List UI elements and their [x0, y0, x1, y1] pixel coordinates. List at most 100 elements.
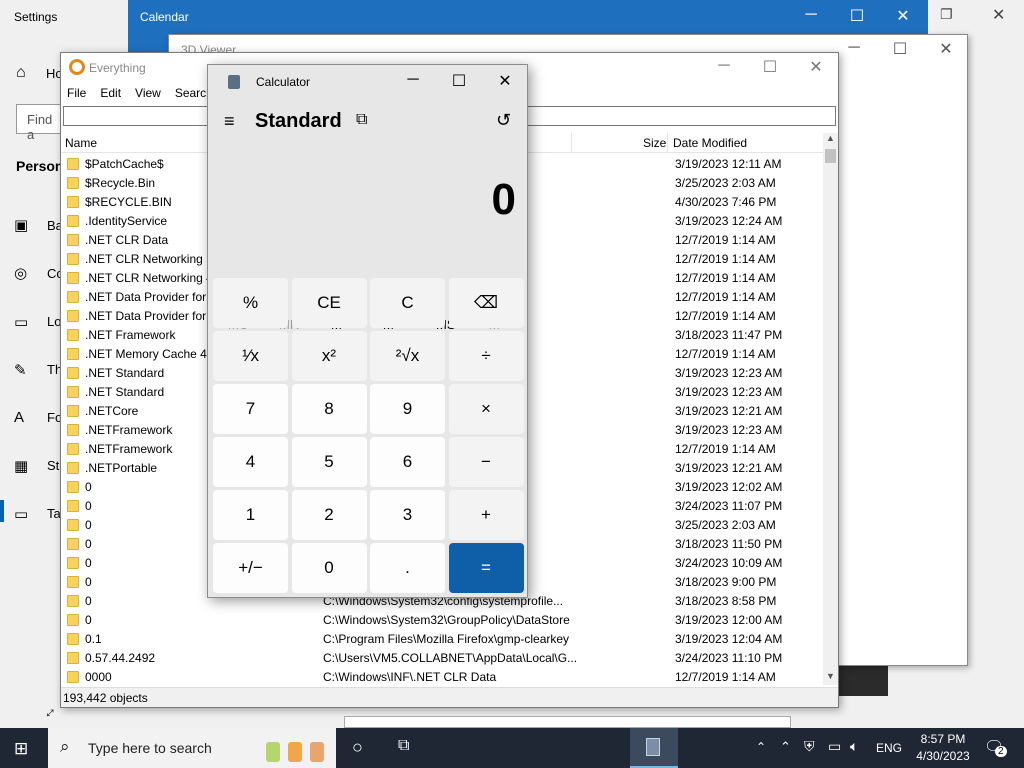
close-icon[interactable]: ✕: [482, 71, 528, 91]
eight-button[interactable]: 8: [291, 384, 367, 434]
file-name-label: $RECYCLE.BIN: [85, 194, 172, 209]
close-icon[interactable]: ✕: [793, 57, 839, 77]
taskbar-calculator-button[interactable]: [630, 728, 678, 768]
chevron-up-icon[interactable]: ⌃: [780, 739, 791, 755]
two-button[interactable]: 2: [291, 490, 367, 540]
multiply-button[interactable]: ×: [448, 384, 524, 434]
table-row[interactable]: 0.57.44.2492 C:\Users\VM5.COLLABNET\AppDa…: [61, 648, 823, 667]
file-path: C:\Windows\System32\GroupPolicy\DataStor…: [323, 612, 570, 627]
nine-button[interactable]: 9: [370, 384, 445, 434]
negate-button[interactable]: +/−: [213, 543, 288, 593]
show-hidden-icons-icon[interactable]: ⌃: [756, 740, 766, 754]
divide-button[interactable]: ÷: [448, 331, 524, 381]
background-dialog: [344, 716, 791, 728]
backspace-button[interactable]: ⌫: [448, 278, 524, 328]
scroll-up-icon[interactable]: ▲: [823, 133, 838, 143]
history-icon[interactable]: ↺: [496, 110, 511, 131]
file-name: 0: [67, 613, 217, 627]
folder-icon: [67, 518, 79, 531]
maximize-icon[interactable]: ☐: [877, 39, 923, 59]
clock-time[interactable]: 8:57 PM: [912, 732, 974, 746]
close-icon[interactable]: ✕: [992, 5, 1005, 25]
scroll-down-icon[interactable]: ▼: [826, 671, 835, 681]
file-name: .NET Data Provider for S: [67, 309, 217, 323]
file-date: 12/7/2019 1:14 AM: [675, 289, 776, 304]
settings-item-taskbar[interactable]: Ta: [47, 506, 61, 521]
file-name-label: 0: [85, 612, 92, 627]
settings-item-start[interactable]: St: [47, 458, 59, 473]
clear-button[interactable]: C: [370, 278, 445, 328]
file-date: 3/18/2023 11:47 PM: [675, 327, 783, 342]
percent-button[interactable]: %: [213, 278, 288, 328]
seven-button[interactable]: 7: [213, 384, 288, 434]
menu-view[interactable]: View: [135, 86, 161, 100]
folder-icon: [67, 233, 79, 246]
folder-icon: [67, 537, 79, 550]
maximize-icon[interactable]: ☐: [436, 71, 482, 91]
five-button[interactable]: 5: [291, 437, 367, 487]
file-name: 0.57.44.2492: [67, 651, 217, 665]
language-indicator[interactable]: ENG: [876, 741, 902, 755]
network-icon[interactable]: ▭: [828, 738, 841, 755]
reciprocal-button[interactable]: ¹⁄x: [213, 331, 288, 381]
plus-button[interactable]: +: [448, 490, 524, 540]
folder-icon: [67, 670, 79, 683]
maximize-icon[interactable]: ☐: [747, 57, 793, 77]
settings-find-input[interactable]: Find a: [16, 104, 66, 142]
notification-badge: 2: [995, 746, 1007, 757]
four-button[interactable]: 4: [213, 437, 288, 487]
status-count: 193,442 objects: [63, 691, 148, 705]
close-icon[interactable]: ✕: [880, 6, 926, 26]
security-icon[interactable]: ⛨: [804, 738, 815, 755]
file-name: $PatchCache$: [67, 157, 217, 171]
column-divider: [571, 133, 572, 153]
folder-icon: [67, 157, 79, 170]
background-icon: ▣: [14, 217, 29, 234]
menu-file[interactable]: File: [67, 86, 86, 100]
zero-button[interactable]: 0: [291, 543, 367, 593]
clock-date[interactable]: 4/30/2023: [912, 749, 974, 763]
equals-button[interactable]: =: [448, 543, 524, 593]
table-row[interactable]: 0.1 C:\Program Files\Mozilla Firefox\gmp-…: [61, 629, 823, 648]
status-bar: 193,442 objects: [61, 687, 838, 707]
file-date: 3/25/2023 2:03 AM: [675, 175, 776, 190]
column-date[interactable]: Date Modified: [673, 136, 747, 150]
restore-icon[interactable]: ❐: [940, 6, 953, 23]
minimize-icon[interactable]: ─: [788, 6, 834, 24]
minimize-icon[interactable]: ─: [701, 57, 747, 75]
table-row[interactable]: 0 C:\Windows\System32\GroupPolicy\DataSto…: [61, 610, 823, 629]
selected-indicator: [0, 500, 4, 522]
windows-start-icon[interactable]: ⊞: [14, 739, 28, 759]
three-button[interactable]: 3: [370, 490, 445, 540]
close-icon[interactable]: ✕: [923, 39, 969, 59]
clear-entry-button[interactable]: CE: [291, 278, 367, 328]
file-name-label: .NET Data Provider for S: [85, 308, 217, 323]
decimal-button[interactable]: .: [370, 543, 445, 593]
six-button[interactable]: 6: [370, 437, 445, 487]
volume-icon[interactable]: 🔈︎: [850, 738, 858, 755]
hamburger-icon[interactable]: ≡: [224, 111, 235, 132]
file-date: 3/19/2023 12:02 AM: [675, 479, 783, 494]
one-button[interactable]: 1: [213, 490, 288, 540]
table-row[interactable]: 0000 C:\Windows\INF\.NET CLR Data 12/7/201…: [61, 667, 823, 686]
minus-button[interactable]: −: [448, 437, 524, 487]
keep-on-top-icon[interactable]: ⧉: [356, 111, 367, 129]
file-date: 12/7/2019 1:14 AM: [675, 232, 776, 247]
file-path: C:\Users\VM5.COLLABNET\AppData\Local\G..…: [323, 650, 578, 665]
task-view-icon[interactable]: ⧉: [398, 737, 409, 755]
column-name[interactable]: Name: [65, 136, 97, 150]
square-button[interactable]: x²: [291, 331, 367, 381]
file-name: .NETFramework: [67, 423, 217, 437]
file-name-label: 0.1: [85, 631, 102, 646]
minimize-icon[interactable]: ─: [390, 71, 436, 89]
taskbar-search-box[interactable]: ⌕ Type here to search: [48, 728, 336, 768]
square-root-button[interactable]: ²√x: [370, 331, 445, 381]
maximize-icon[interactable]: ☐: [834, 6, 880, 26]
column-size[interactable]: Size: [643, 136, 666, 150]
scrollbar[interactable]: ▲ ▼: [823, 133, 838, 685]
scroll-thumb[interactable]: [825, 149, 836, 163]
menu-edit[interactable]: Edit: [100, 86, 121, 100]
home-icon[interactable]: ⌂: [16, 64, 26, 82]
file-name: .NET CLR Networking: [67, 252, 217, 266]
cortana-icon[interactable]: ○: [352, 737, 363, 758]
